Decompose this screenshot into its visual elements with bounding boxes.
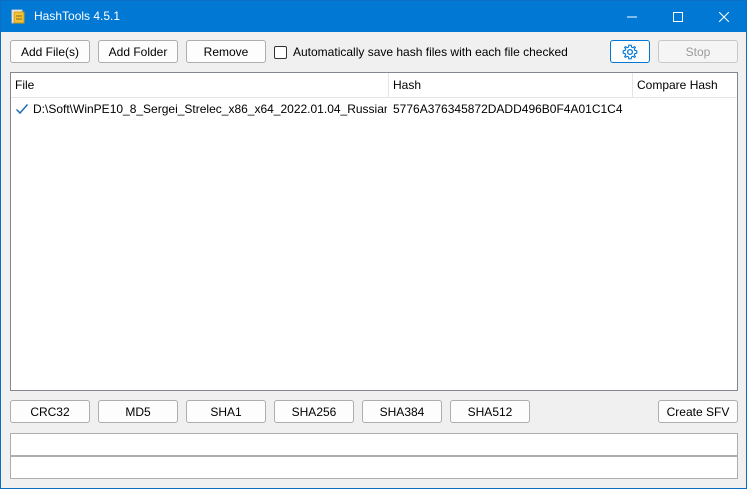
compare-hash-value (637, 99, 735, 119)
auto-save-option[interactable]: Automatically save hash files with each … (274, 44, 568, 60)
hash-value: 5776A376345872DADD496B0F4A01C1C4 (393, 102, 623, 116)
sha512-button[interactable]: SHA512 (450, 400, 530, 423)
md5-button[interactable]: MD5 (98, 400, 178, 423)
status-line-1 (10, 433, 738, 456)
sha384-button[interactable]: SHA384 (362, 400, 442, 423)
file-path: D:\Soft\WinPE10_8_Sergei_Strelec_x86_x64… (33, 102, 387, 116)
auto-save-checkbox[interactable] (274, 45, 287, 59)
app-window: HashTools 4.5.1 Add File(s) Add Folder R… (0, 0, 747, 489)
list-header: File Hash Compare Hash (11, 73, 737, 98)
stop-button[interactable]: Stop (658, 40, 738, 63)
file-list[interactable]: File Hash Compare Hash D:\Soft\WinPE10_8… (10, 72, 738, 391)
list-item[interactable]: D:\Soft\WinPE10_8_Sergei_Strelec_x86_x64… (11, 99, 737, 119)
checkmark-icon (15, 102, 29, 116)
sha256-button[interactable]: SHA256 (274, 400, 354, 423)
window-title: HashTools 4.5.1 (34, 9, 121, 23)
close-button[interactable] (701, 1, 747, 32)
create-sfv-button[interactable]: Create SFV (658, 400, 738, 423)
minimize-button[interactable] (609, 1, 655, 32)
crc32-button[interactable]: CRC32 (10, 400, 90, 423)
maximize-button[interactable] (655, 1, 701, 32)
add-files-button[interactable]: Add File(s) (10, 40, 90, 63)
column-header-hash[interactable]: Hash (389, 73, 633, 98)
gear-icon (622, 44, 638, 59)
title-bar[interactable]: HashTools 4.5.1 (1, 1, 746, 32)
minimize-icon (627, 16, 637, 17)
remove-button[interactable]: Remove (186, 40, 266, 63)
close-icon (719, 11, 729, 22)
app-icon (11, 9, 25, 24)
settings-button[interactable] (610, 40, 650, 63)
status-line-2 (10, 456, 738, 479)
column-header-file[interactable]: File (11, 73, 389, 98)
add-folder-button[interactable]: Add Folder (98, 40, 178, 63)
auto-save-label[interactable]: Automatically save hash files with each … (293, 45, 568, 59)
sha1-button[interactable]: SHA1 (186, 400, 266, 423)
column-header-compare-hash[interactable]: Compare Hash (633, 73, 737, 98)
maximize-icon (673, 11, 683, 22)
